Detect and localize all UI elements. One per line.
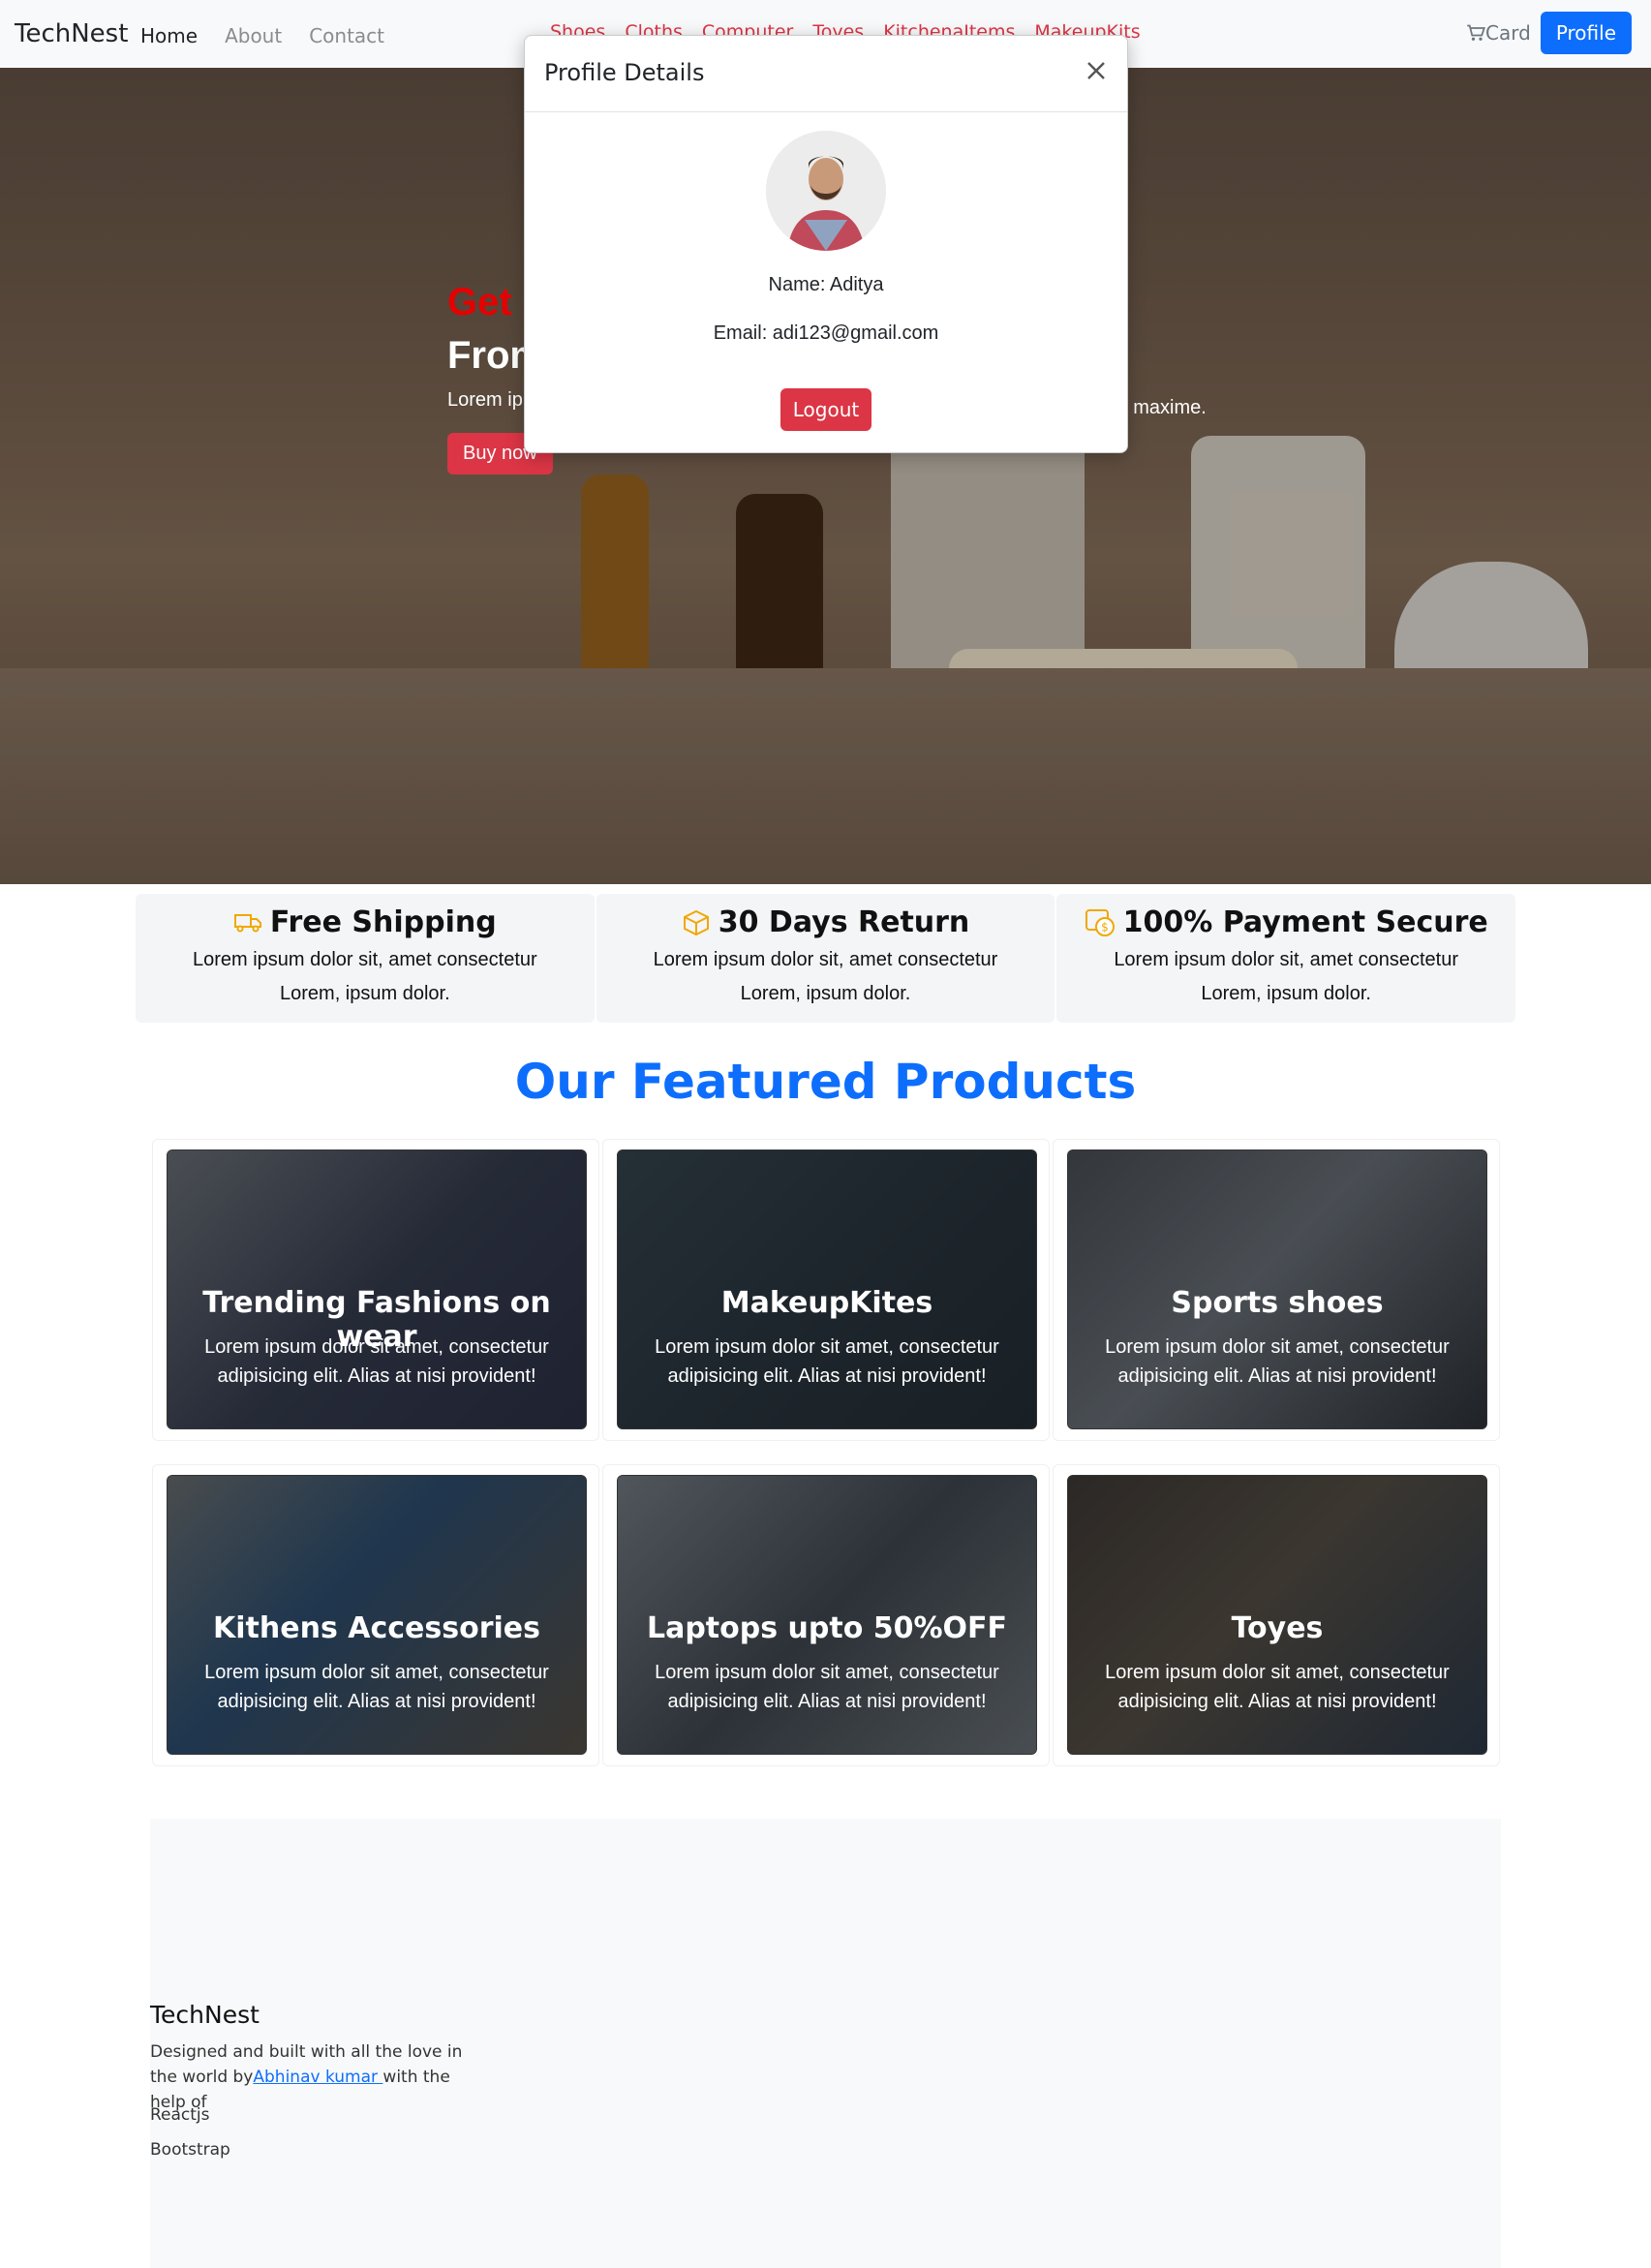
feature-desc: Lorem ipsum dolor sit, amet consectetur …	[653, 949, 998, 1004]
card-title: MakeupKites	[720, 1286, 933, 1320]
card-text: Lorem ipsum dolor sit amet, consectetur …	[1105, 1336, 1450, 1387]
nav-links: Home About Contact	[140, 24, 384, 47]
feature-strip: Free Shipping Lorem ipsum dolor sit, ame…	[136, 894, 1516, 1023]
footer-tech-bootstrap: Bootstrap	[150, 2140, 230, 2160]
card-text: Lorem ipsum dolor sit amet, consectetur …	[655, 1336, 999, 1387]
product-card[interactable]: MakeupKites Lorem ipsum dolor sit amet, …	[602, 1139, 1050, 1441]
card-text: Lorem ipsum dolor sit amet, consectetur …	[204, 1662, 549, 1712]
nav-link-home[interactable]: Home	[140, 24, 198, 47]
product-card[interactable]: Toyes Lorem ipsum dolor sit amet, consec…	[1053, 1464, 1500, 1766]
logout-button[interactable]: Logout	[780, 388, 871, 431]
card-image: Trending Fashions on wear Lorem ipsum do…	[167, 1149, 587, 1429]
product-card[interactable]: Laptops upto 50%OFF Lorem ipsum dolor si…	[602, 1464, 1050, 1766]
cart-label: Card	[1485, 21, 1531, 45]
feature-desc: Lorem ipsum dolor sit, amet consectetur …	[1114, 949, 1459, 1004]
box-icon	[683, 909, 709, 935]
card-title: Kithens Accessories	[213, 1611, 540, 1645]
feature-title: Free Shipping	[269, 905, 497, 939]
card-image: Laptops upto 50%OFF Lorem ipsum dolor si…	[617, 1475, 1037, 1755]
footer-description: Designed and built with all the love in …	[150, 2039, 479, 2115]
feature-desc: Lorem ipsum dolor sit, amet consectetur …	[192, 949, 537, 1004]
feature-title: 100% Payment Secure	[1122, 905, 1488, 939]
card-title: Toyes	[1231, 1611, 1324, 1645]
card-text: Lorem ipsum dolor sit amet, consectetur …	[655, 1662, 999, 1712]
featured-products-title: Our Featured Products	[514, 1054, 1137, 1110]
footer-tech-react: Reactjs	[150, 2105, 210, 2125]
feature-payment: $ 100% Payment Secure Lorem ipsum dolor …	[1056, 894, 1516, 1023]
modal-header: Profile Details	[525, 36, 1127, 112]
card-title: Sports shoes	[1171, 1286, 1384, 1320]
modal-title: Profile Details	[544, 59, 705, 86]
avatar	[766, 131, 886, 251]
card-text: Lorem ipsum dolor sit amet, consectetur …	[204, 1336, 549, 1387]
nav-link-about[interactable]: About	[225, 24, 282, 47]
footer-brand: TechNest	[150, 2001, 260, 2029]
feature-returns: 30 Days Return Lorem ipsum dolor sit, am…	[596, 894, 1055, 1023]
product-card[interactable]: Sports shoes Lorem ipsum dolor sit amet,…	[1053, 1139, 1500, 1441]
product-card[interactable]: Trending Fashions on wear Lorem ipsum do…	[152, 1139, 599, 1441]
card-image: Sports shoes Lorem ipsum dolor sit amet,…	[1067, 1149, 1487, 1429]
card-text: Lorem ipsum dolor sit amet, consectetur …	[1105, 1662, 1450, 1712]
truck-icon	[233, 913, 261, 932]
profile-modal: Profile Details Name: Aditya Email: adi1…	[524, 35, 1128, 453]
nav-right: Card Profile	[1466, 12, 1632, 54]
nav-link-contact[interactable]: Contact	[309, 24, 384, 47]
card-image: Kithens Accessories Lorem ipsum dolor si…	[167, 1475, 587, 1755]
profile-email: Email: adi123@gmail.com	[713, 322, 939, 344]
brand-logo[interactable]: TechNest	[15, 19, 128, 48]
card-image: MakeupKites Lorem ipsum dolor sit amet, …	[617, 1149, 1037, 1429]
svg-text:$: $	[1101, 920, 1109, 934]
close-icon[interactable]	[1079, 53, 1114, 88]
card-title: Laptops upto 50%OFF	[646, 1611, 1008, 1645]
feature-title: 30 Days Return	[718, 905, 970, 939]
author-link[interactable]: Abhinav kumar	[253, 2068, 382, 2087]
cart-link[interactable]: Card	[1466, 21, 1531, 45]
card-image: Toyes Lorem ipsum dolor sit amet, consec…	[1067, 1475, 1487, 1755]
avatar-image	[766, 131, 886, 251]
feature-free-shipping: Free Shipping Lorem ipsum dolor sit, ame…	[136, 894, 595, 1023]
profile-name: Name: Aditya	[768, 274, 884, 295]
coin-icon: $	[1085, 908, 1115, 936]
cart-icon	[1467, 24, 1485, 41]
footer: TechNest Designed and built with all the…	[150, 1819, 1501, 2268]
profile-button[interactable]: Profile	[1540, 12, 1632, 54]
product-card[interactable]: Kithens Accessories Lorem ipsum dolor si…	[152, 1464, 599, 1766]
